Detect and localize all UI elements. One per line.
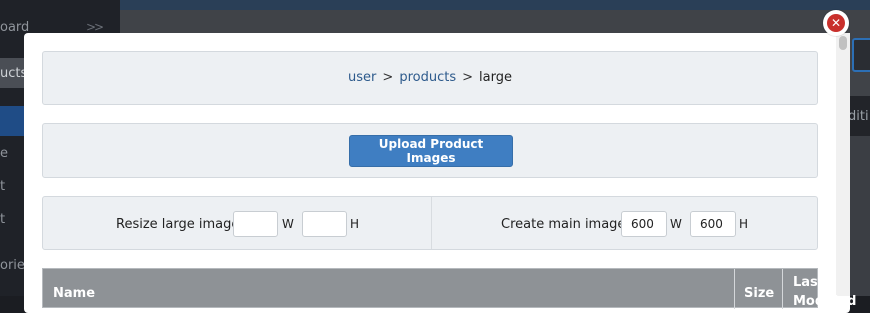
- close-icon: ✕: [827, 14, 845, 32]
- column-header-name[interactable]: Name: [53, 286, 95, 301]
- resize-large-label: Resize large image:: [116, 217, 244, 232]
- breadcrumb-separator: >: [462, 70, 473, 85]
- column-divider: [734, 269, 735, 309]
- resize-panel: Resize large image: W H Create main imag…: [42, 196, 818, 250]
- resize-large-image-group: Resize large image: W H: [43, 197, 432, 249]
- create-main-image-group: Create main image: W H: [432, 197, 818, 249]
- close-button[interactable]: ✕: [823, 10, 849, 36]
- sidebar-item-categories[interactable]: orie: [0, 258, 25, 273]
- sidebar-item[interactable]: t: [0, 212, 5, 227]
- breadcrumb-products[interactable]: products: [399, 70, 456, 85]
- column-header-size[interactable]: Size: [744, 286, 774, 301]
- column-header-last-modified[interactable]: Last Modified: [793, 273, 856, 311]
- resize-width-input[interactable]: [233, 211, 278, 237]
- modal-scrollbar-thumb[interactable]: [839, 36, 847, 50]
- breadcrumb-user[interactable]: user: [348, 70, 376, 85]
- breadcrumb: user > products > large: [43, 70, 817, 85]
- main-height-unit: H: [739, 217, 749, 231]
- breadcrumb-separator: >: [382, 70, 394, 85]
- upload-panel: Upload Product Images: [42, 123, 818, 178]
- main-width-unit: W: [670, 217, 682, 231]
- sidebar-collapse-icon[interactable]: >>: [86, 20, 104, 34]
- app-logo-icon: [852, 38, 870, 72]
- create-main-label: Create main image:: [501, 217, 630, 232]
- breadcrumb-current: large: [479, 70, 512, 85]
- file-table-header: Name Size Last Modified: [42, 268, 856, 309]
- resize-height-input[interactable]: [302, 211, 347, 237]
- app-column-label: diti: [848, 109, 869, 124]
- breadcrumb-panel: user > products > large: [42, 51, 818, 105]
- upload-product-images-button[interactable]: Upload Product Images: [349, 135, 513, 167]
- app-top-bar: [0, 0, 870, 10]
- resize-height-unit: H: [350, 217, 360, 231]
- main-width-input[interactable]: [621, 211, 667, 237]
- column-divider: [782, 269, 783, 309]
- sidebar-item[interactable]: t: [0, 179, 5, 194]
- resize-width-unit: W: [282, 217, 294, 231]
- modal-scrollbar[interactable]: [836, 33, 850, 296]
- main-height-input[interactable]: [690, 211, 736, 237]
- sidebar-item[interactable]: e: [0, 146, 8, 161]
